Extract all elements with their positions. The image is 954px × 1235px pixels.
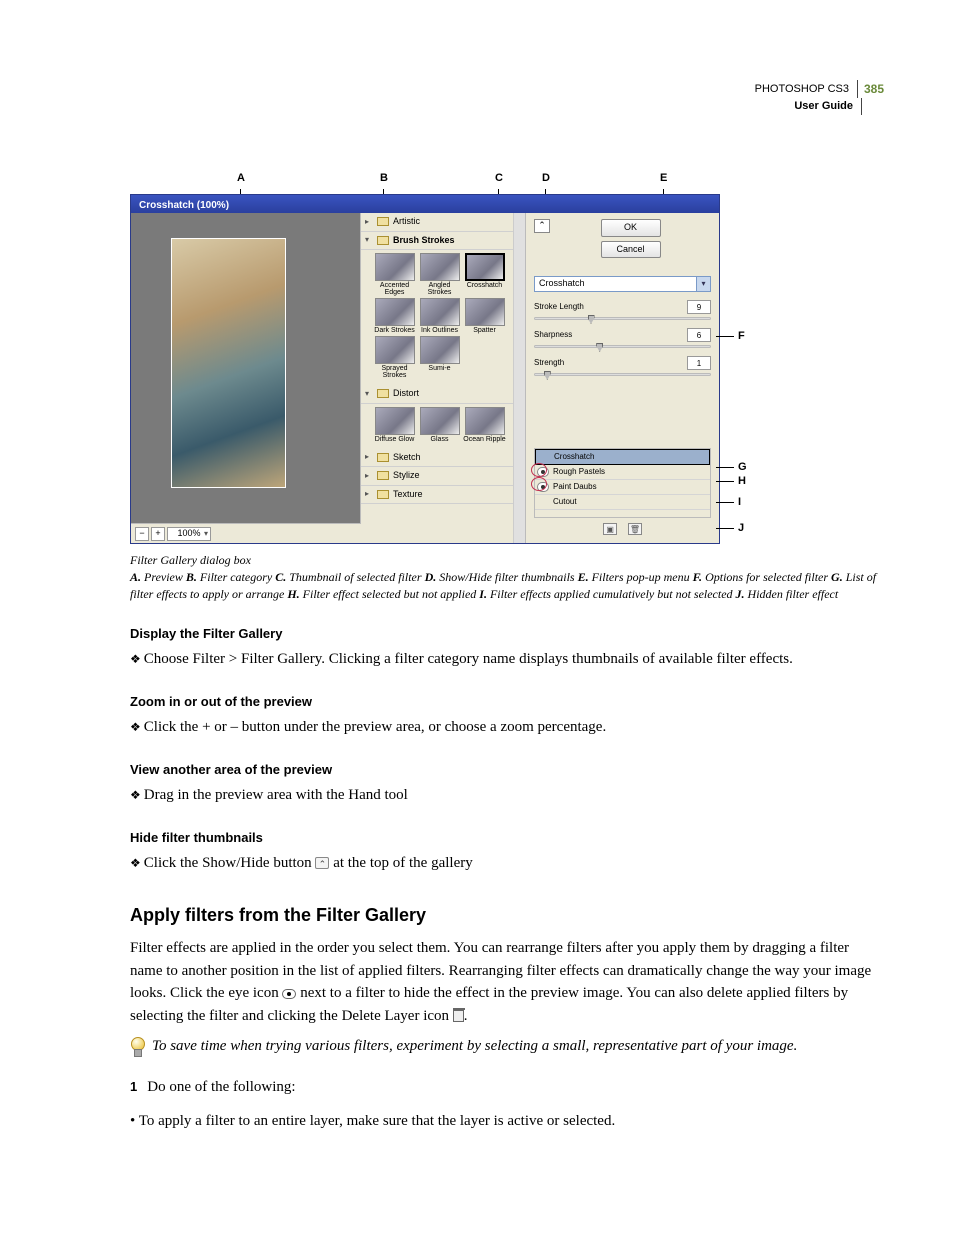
filter-category-panel: ▸Artistic ▾Brush Strokes Accented Edges … <box>361 213 526 543</box>
thumb-accented-edges[interactable]: Accented Edges <box>373 253 416 296</box>
apply-filters-paragraph: Filter effects are applied in the order … <box>130 937 884 1027</box>
effect-row-rough-pastels[interactable]: Rough Pastels <box>535 465 710 480</box>
sub-bullets: To apply a filter to an entire layer, ma… <box>130 1110 884 1133</box>
callout-J: J <box>716 520 744 537</box>
category-stylize[interactable]: ▸Stylize <box>361 467 525 486</box>
heading-zoom-preview: Zoom in or out of the preview <box>130 692 884 712</box>
step-view-another-area: Drag in the preview area with the Hand t… <box>130 784 884 807</box>
product-name: PHOTOSHOP CS3 <box>755 81 857 98</box>
zoom-select[interactable]: 100% <box>167 527 211 541</box>
running-header: PHOTOSHOP CS3 385 User Guide <box>755 80 884 115</box>
distort-thumbs: Diffuse Glow Glass Ocean Ripple <box>361 404 525 449</box>
param-sharpness: Sharpness 6 <box>534 328 711 348</box>
sharpness-value[interactable]: 6 <box>687 328 711 342</box>
thumb-dark-strokes[interactable]: Dark Strokes <box>373 298 416 334</box>
step-hide-thumbnails: Click the Show/Hide button ⌃ at the top … <box>130 852 884 875</box>
show-hide-thumbnails-button[interactable]: ⌃ <box>534 219 550 233</box>
effect-row-paint-daubs[interactable]: Paint Daubs <box>535 480 710 495</box>
eye-icon[interactable] <box>537 467 549 477</box>
thumb-spatter[interactable]: Spatter <box>463 298 506 334</box>
preview-panel: − + 100% <box>131 213 361 543</box>
stroke-length-value[interactable]: 9 <box>687 300 711 314</box>
heading-apply-filters: Apply filters from the Filter Gallery <box>130 902 884 929</box>
heading-hide-thumbnails: Hide filter thumbnails <box>130 828 884 848</box>
eye-icon[interactable] <box>537 482 549 492</box>
category-sketch[interactable]: ▸Sketch <box>361 449 525 468</box>
thumb-sprayed-strokes[interactable]: Sprayed Strokes <box>373 336 416 379</box>
category-distort[interactable]: ▾Distort <box>361 385 525 404</box>
preview-image <box>171 238 286 488</box>
step-zoom-preview: Click the + or – button under the previe… <box>130 716 884 739</box>
strength-slider[interactable] <box>534 373 711 376</box>
show-hide-inline-icon: ⌃ <box>315 857 329 869</box>
tip-note: To save time when trying various filters… <box>130 1035 884 1058</box>
cancel-button[interactable]: Cancel <box>601 241 661 259</box>
filters-popup-menu[interactable]: Crosshatch ▾ <box>534 276 711 292</box>
filter-gallery-dialog: Crosshatch (100%) − + 100% ▸Artistic <box>130 194 720 544</box>
trash-inline-icon <box>453 1010 464 1022</box>
delete-effect-layer-icon[interactable]: 🗑 <box>628 523 642 535</box>
category-scrollbar[interactable] <box>513 213 525 543</box>
zoom-out-button[interactable]: − <box>135 527 149 541</box>
thumb-diffuse-glow[interactable]: Diffuse Glow <box>373 407 416 443</box>
bullet-entire-layer: To apply a filter to an entire layer, ma… <box>130 1110 884 1133</box>
page-number: 385 <box>857 80 884 98</box>
param-stroke-length: Stroke Length 9 <box>534 300 711 320</box>
numbered-steps: Do one of the following: <box>130 1076 884 1099</box>
callout-F: F <box>716 328 745 345</box>
step-1: Do one of the following: <box>130 1076 884 1099</box>
heading-display-filter-gallery: Display the Filter Gallery <box>130 624 884 644</box>
category-brush-strokes[interactable]: ▾Brush Strokes <box>361 232 525 251</box>
figure-caption: Filter Gallery dialog box A. Preview B. … <box>130 552 884 602</box>
preview-canvas[interactable] <box>131 213 361 523</box>
brush-strokes-thumbs: Accented Edges Angled Strokes Crosshatch… <box>361 250 525 385</box>
guide-subtitle: User Guide <box>755 98 862 115</box>
zoom-in-button[interactable]: + <box>151 527 165 541</box>
callout-I: I <box>716 494 741 511</box>
thumb-crosshatch[interactable]: Crosshatch <box>463 253 506 296</box>
window-titlebar: Crosshatch (100%) <box>131 195 719 213</box>
thumb-ocean-ripple[interactable]: Ocean Ripple <box>463 407 506 443</box>
category-texture[interactable]: ▸Texture <box>361 486 525 505</box>
thumb-sumie[interactable]: Sumi-e <box>418 336 461 379</box>
effect-row-cutout[interactable]: Cutout <box>535 495 710 510</box>
heading-view-another-area: View another area of the preview <box>130 760 884 780</box>
ok-button[interactable]: OK <box>601 219 661 237</box>
stroke-length-slider[interactable] <box>534 317 711 320</box>
strength-value[interactable]: 1 <box>687 356 711 370</box>
figure-filter-gallery: A B C D E Crosshatch (100%) − + 100% <box>130 170 884 544</box>
eye-inline-icon <box>282 989 296 999</box>
effect-row-crosshatch[interactable]: Crosshatch <box>535 449 710 465</box>
callout-H: H <box>716 473 746 490</box>
applied-effects-list: Crosshatch Rough Pastels Paint Daubs <box>534 448 711 518</box>
category-artistic[interactable]: ▸Artistic <box>361 213 525 232</box>
thumb-angled-strokes[interactable]: Angled Strokes <box>418 253 461 296</box>
zoom-footer: − + 100% <box>131 523 361 543</box>
param-strength: Strength 1 <box>534 356 711 376</box>
new-effect-layer-icon[interactable]: ▣ <box>603 523 617 535</box>
thumb-glass[interactable]: Glass <box>418 407 461 443</box>
thumb-ink-outlines[interactable]: Ink Outlines <box>418 298 461 334</box>
options-panel: ⌃ OK Cancel Crosshatch ▾ Stroke Length <box>526 213 719 543</box>
sharpness-slider[interactable] <box>534 345 711 348</box>
chevron-down-icon: ▾ <box>696 277 710 291</box>
lightbulb-icon <box>130 1037 144 1055</box>
step-display-filter-gallery: Choose Filter > Filter Gallery. Clicking… <box>130 648 884 671</box>
